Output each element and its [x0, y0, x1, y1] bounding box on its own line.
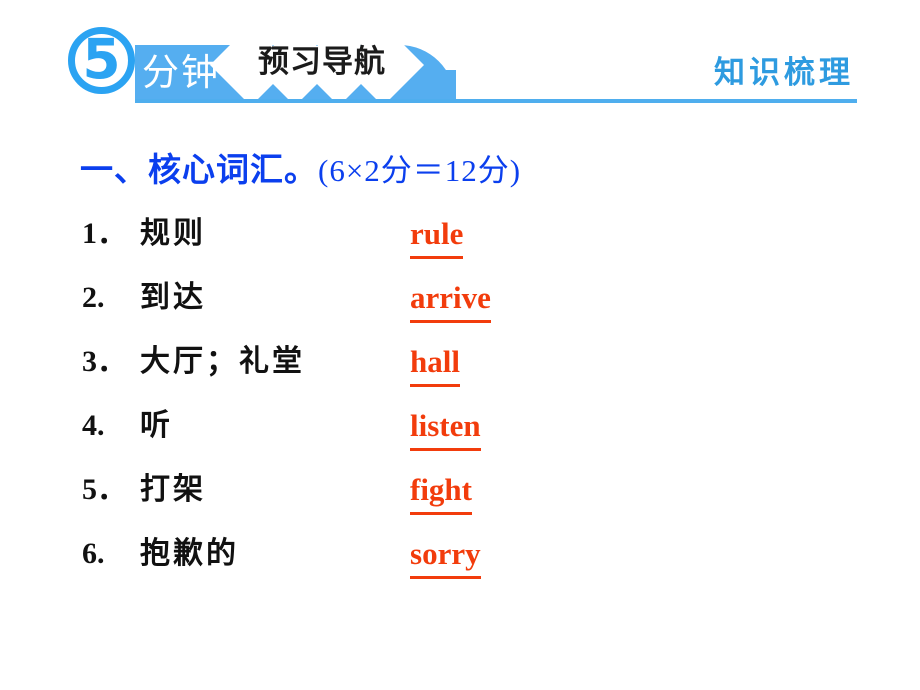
item-chinese: 到达 [140, 280, 206, 315]
exercise-heading-score: (6×2分＝12分) [318, 153, 522, 188]
item-number: 1． [82, 217, 127, 250]
item-answer: sorry [410, 533, 481, 579]
item-chinese: 大厅；礼堂 [140, 344, 305, 379]
item-chinese: 打架 [140, 472, 206, 507]
list-item: 4. 听 listen [0, 404, 920, 468]
list-item: 2. 到达 arrive [0, 276, 920, 340]
item-number: 2. [82, 281, 105, 314]
item-answer: listen [410, 405, 481, 451]
list-item: 1． 规则 rule [0, 212, 920, 276]
exercise-heading-main: 一、核心词汇。 [80, 150, 318, 189]
item-answer: arrive [410, 277, 491, 323]
preview-navigation-label: 预习导航 [258, 44, 386, 80]
item-chinese: 听 [140, 408, 173, 443]
vocabulary-list: 1． 规则 rule 2. 到达 arrive 3． 大厅；礼堂 hall 4.… [0, 212, 920, 596]
item-number: 4. [82, 409, 105, 442]
minutes-label: 分钟 [142, 51, 220, 94]
list-item: 3． 大厅；礼堂 hall [0, 340, 920, 404]
item-answer: fight [410, 469, 472, 515]
page-header: 5 分钟 预习导航 知识梳理 [0, 0, 920, 118]
exercise-heading: 一、核心词汇。(6×2分＝12分) [80, 148, 521, 193]
list-item: 6. 抱歉的 sorry [0, 532, 920, 596]
item-chinese: 规则 [140, 216, 206, 251]
item-answer: hall [410, 341, 460, 387]
item-number: 5． [82, 473, 127, 506]
item-answer: rule [410, 213, 464, 259]
minutes-badge: 5 [68, 27, 135, 94]
item-number: 3． [82, 345, 127, 378]
list-item: 5． 打架 fight [0, 468, 920, 532]
minutes-badge-number: 5 [82, 26, 121, 91]
item-number: 6. [82, 537, 105, 570]
section-title: 知识梳理 [714, 55, 854, 91]
header-divider [135, 99, 857, 103]
item-chinese: 抱歉的 [140, 536, 239, 571]
